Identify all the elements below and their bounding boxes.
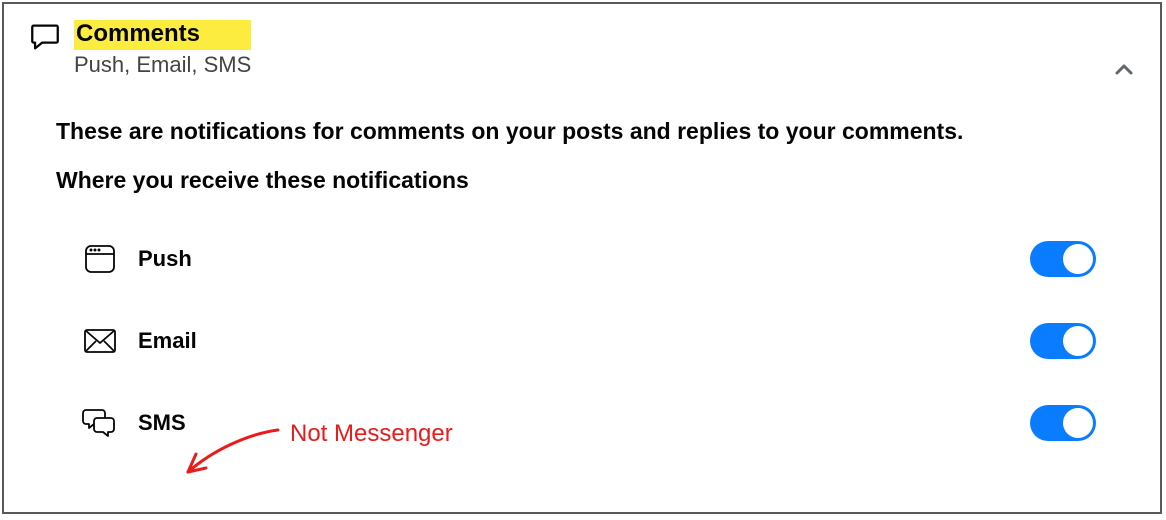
section-description: These are notifications for comments on …: [56, 118, 1140, 145]
chat-bubbles-icon: [80, 407, 120, 439]
section-header[interactable]: Comments Push, Email, SMS: [28, 20, 1140, 78]
option-label: SMS: [138, 410, 186, 436]
comment-bubble-icon: [28, 20, 62, 54]
section-title: Comments: [74, 20, 251, 50]
option-label: Push: [138, 246, 192, 272]
option-row-sms: SMS: [80, 382, 1140, 464]
option-row-email: Email: [80, 300, 1140, 382]
notification-channels-list: Push Email SMS: [80, 218, 1140, 464]
option-label: Email: [138, 328, 197, 354]
comments-notifications-panel: Comments Push, Email, SMS These are noti…: [2, 2, 1162, 514]
envelope-icon: [80, 328, 120, 354]
toggle-email[interactable]: [1030, 323, 1096, 359]
section-subheading: Where you receive these notifications: [56, 167, 1140, 194]
option-row-push: Push: [80, 218, 1140, 300]
section-subtitle: Push, Email, SMS: [74, 52, 251, 78]
browser-window-icon: [80, 244, 120, 274]
chevron-up-icon[interactable]: [1112, 58, 1136, 87]
toggle-push[interactable]: [1030, 241, 1096, 277]
toggle-sms[interactable]: [1030, 405, 1096, 441]
